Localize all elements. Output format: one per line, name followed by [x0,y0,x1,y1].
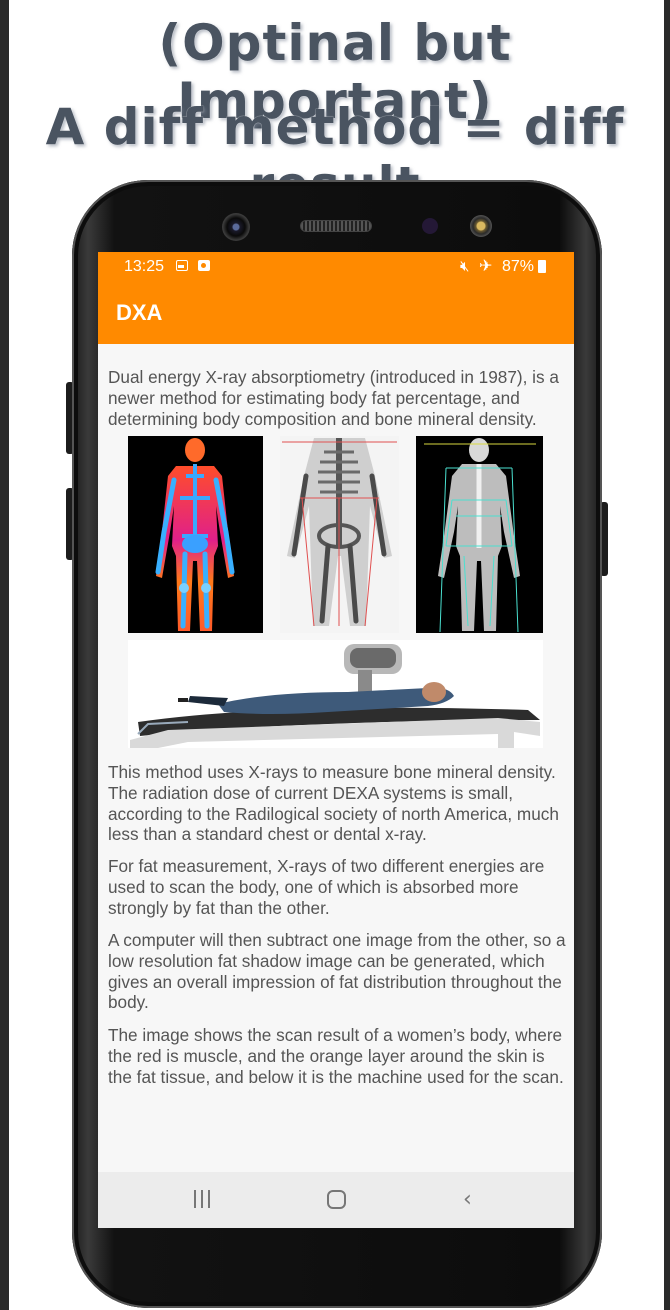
earpiece-speaker [300,220,372,232]
home-icon[interactable] [327,1190,346,1209]
article-content[interactable]: Dual energy X-ray absorptiometry (introd… [98,344,574,1172]
gallery-icon [176,260,188,271]
mute-icon: 🔇︎ [460,257,470,275]
battery-percentage: 87% [502,258,535,275]
dxa-scanner-machine-image [128,640,543,748]
body-paragraph: A computer will then subtract one image … [108,930,566,1013]
screen-recorder-icon [198,260,210,271]
system-navigation-bar: ‹ [98,1172,574,1228]
dxa-body-composition-scan-image [416,436,543,633]
airplane-mode-icon: ✈︎ [479,256,493,275]
intro-paragraph: Dual energy X-ray absorptiometry (introd… [108,367,559,429]
page-title: DXA [116,300,163,325]
app-toolbar: DXA [98,282,574,344]
dxa-color-body-scan-image [128,436,263,633]
body-paragraph: This method uses X-rays to measure bone … [108,762,559,845]
status-time: 13:25 [124,258,165,275]
dxa-skeleton-scan-image [280,436,399,633]
body-paragraph: The image shows the scan result of a wom… [108,1025,564,1087]
back-icon[interactable]: ‹ [463,1187,472,1212]
proximity-sensor [422,218,438,234]
front-camera-icon [222,213,250,241]
front-flash-icon [470,215,492,237]
recent-apps-icon[interactable] [194,1190,214,1208]
body-paragraph: For fat measurement, X-rays of two diffe… [108,856,545,918]
phone-screen: 13:25 🔇︎ ✈︎ 87% DXA Dual energy X-ray ab… [98,252,574,1228]
battery-icon [538,260,546,273]
status-bar: 13:25 🔇︎ ✈︎ 87% [98,252,574,282]
